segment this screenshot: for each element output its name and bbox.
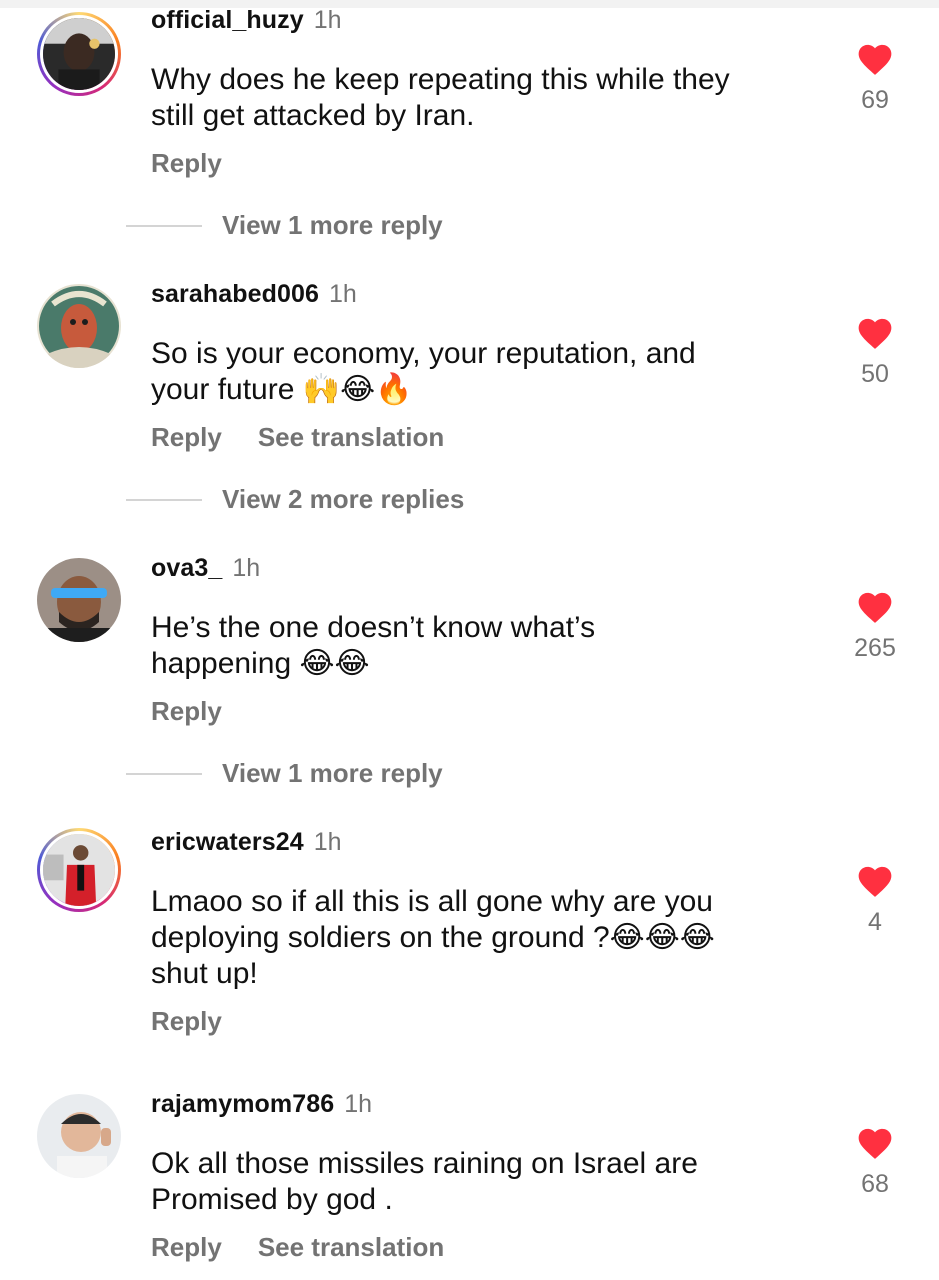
reply-button[interactable]: Reply [151, 1006, 222, 1036]
comment-text: Ok all those missiles raining on Israel … [151, 1146, 811, 1218]
heart-icon[interactable] [855, 862, 895, 898]
comment-header: sarahabed006 1h [151, 280, 357, 309]
view-more-label[interactable]: View 1 more reply [222, 758, 443, 789]
comment-text-line: deploying soldiers on the ground ?😂😂😂 [151, 921, 715, 954]
comment-text: So is your economy, your reputation, and… [151, 336, 811, 408]
comment-header: rajamymom786 1h [151, 1090, 372, 1119]
comment-text-line: He’s the one doesn’t know what’s [151, 611, 596, 644]
timestamp: 1h [328, 280, 357, 308]
reply-button[interactable]: Reply [151, 422, 222, 452]
username[interactable]: ova3_ [151, 554, 222, 582]
like-group: 68 [845, 1124, 905, 1199]
heart-icon[interactable] [855, 40, 895, 76]
divider-line [126, 498, 202, 501]
comment-text-line: So is your economy, your reputation, and [151, 337, 696, 370]
avatar[interactable] [37, 558, 121, 642]
avatar[interactable] [37, 284, 121, 368]
view-more-replies[interactable]: View 2 more replies [126, 484, 464, 515]
view-more-replies[interactable]: View 1 more reply [126, 758, 443, 789]
comment-text-line: happening 😂😂 [151, 647, 370, 680]
avatar[interactable] [37, 828, 121, 912]
comment-text-line: shut up! [151, 957, 258, 990]
comment-actions: Reply See translation [151, 1232, 480, 1263]
comment-actions: Reply [151, 148, 258, 179]
view-more-label[interactable]: View 2 more replies [222, 484, 464, 515]
username[interactable]: ericwaters24 [151, 828, 304, 856]
divider-line [126, 224, 202, 227]
like-group: 265 [845, 588, 905, 663]
like-group: 69 [845, 40, 905, 115]
username[interactable]: sarahabed006 [151, 280, 319, 308]
username[interactable]: rajamymom786 [151, 1090, 334, 1118]
avatar[interactable] [37, 12, 121, 96]
timestamp: 1h [232, 554, 261, 582]
comment-actions: Reply [151, 696, 258, 727]
like-count: 68 [861, 1170, 889, 1198]
like-count: 69 [861, 86, 889, 114]
comment-actions: Reply See translation [151, 422, 480, 453]
see-translation-button[interactable]: See translation [258, 422, 444, 452]
comment-text-line: Ok all those missiles raining on Israel … [151, 1147, 698, 1180]
timestamp: 1h [344, 1090, 373, 1118]
top-divider [0, 0, 939, 8]
like-count: 4 [868, 908, 882, 936]
see-translation-button[interactable]: See translation [258, 1232, 444, 1262]
comment-text-line: Lmaoo so if all this is all gone why are… [151, 885, 713, 918]
view-more-replies[interactable]: View 1 more reply [126, 210, 443, 241]
heart-icon[interactable] [855, 1124, 895, 1160]
comment-header: ova3_ 1h [151, 554, 260, 583]
comment-text: Why does he keep repeating this while th… [151, 62, 811, 134]
like-count: 50 [861, 360, 889, 388]
reply-button[interactable]: Reply [151, 1232, 222, 1262]
comment-header: official_huzy 1h [151, 6, 342, 35]
comment-text-line: your future 🙌😂🔥 [151, 373, 413, 406]
comment-text-line: Why does he keep repeating this while th… [151, 63, 730, 96]
view-more-label[interactable]: View 1 more reply [222, 210, 443, 241]
username[interactable]: official_huzy [151, 6, 304, 34]
timestamp: 1h [313, 828, 342, 856]
like-group: 50 [845, 314, 905, 389]
comment-actions: Reply [151, 1006, 258, 1037]
reply-button[interactable]: Reply [151, 696, 222, 726]
comment-text: Lmaoo so if all this is all gone why are… [151, 884, 811, 992]
like-group: 4 [845, 862, 905, 937]
comment-text-line: Promised by god . [151, 1183, 393, 1216]
comment-header: ericwaters24 1h [151, 828, 342, 857]
heart-icon[interactable] [855, 588, 895, 624]
avatar[interactable] [37, 1094, 121, 1178]
heart-icon[interactable] [855, 314, 895, 350]
divider-line [126, 772, 202, 775]
reply-button[interactable]: Reply [151, 148, 222, 178]
comment-text-line: still get attacked by Iran. [151, 99, 475, 132]
like-count: 265 [854, 634, 896, 662]
timestamp: 1h [313, 6, 342, 34]
comment-text: He’s the one doesn’t know what’s happeni… [151, 610, 811, 682]
